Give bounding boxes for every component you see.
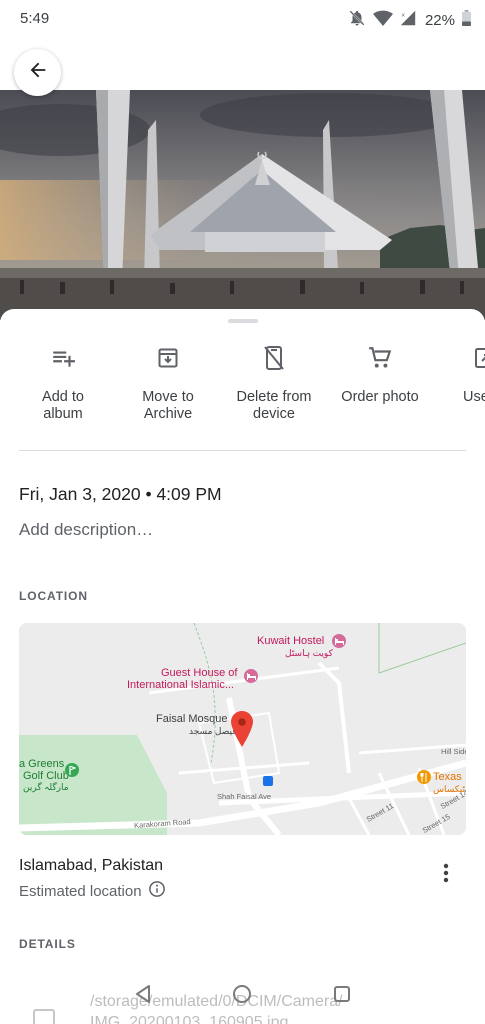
map-label-guest-house-1: Guest House of <box>161 667 238 679</box>
estimated-location-label: Estimated location <box>19 882 142 900</box>
map-label-texas: Texas <box>433 771 462 783</box>
status-icons: x 22% <box>348 9 471 32</box>
status-bar: 5:49 x 22% <box>0 0 485 38</box>
arrow-back-icon <box>27 59 49 86</box>
back-button[interactable] <box>14 49 61 96</box>
map-label-faisal-mosque-ur: فیصل مسجد <box>189 726 237 736</box>
order-photo-button[interactable]: Order photo <box>327 341 433 406</box>
use-as-label: Use <box>463 389 485 405</box>
map-label-shah-faisal: Shah Faisal Ave <box>217 792 272 801</box>
more-vert-icon <box>443 863 449 888</box>
map-label-greens-1: a Greens <box>19 758 65 770</box>
map-label-faisal-mosque: Faisal Mosque <box>156 713 228 725</box>
location-section-label: LOCATION <box>19 589 88 603</box>
wifi-icon <box>372 10 393 32</box>
archive-icon <box>115 341 221 375</box>
golf-icon <box>65 763 79 777</box>
move-to-archive-label: Move to Archive <box>142 389 194 422</box>
hotel-icon <box>244 669 258 683</box>
restaurant-icon <box>417 770 431 784</box>
cart-icon <box>327 341 433 375</box>
map-pin-icon <box>231 711 253 752</box>
add-to-album-label: Add to album <box>42 389 84 422</box>
nav-home-icon <box>232 984 252 1009</box>
do-not-disturb-icon <box>348 9 366 32</box>
nav-home-button[interactable] <box>230 984 254 1008</box>
location-map[interactable]: Kuwait Hostel کویت ہاسٹل Guest House of … <box>19 623 466 835</box>
map-label-kuwait-hostel-ur: کویت ہاسٹل <box>285 648 333 658</box>
navigation-bar <box>0 980 485 1012</box>
action-row: Add to album Move to Archive Delete from… <box>0 341 485 431</box>
description-input[interactable]: Add description… <box>19 520 153 540</box>
delete-from-device-label: Delete from device <box>236 389 312 422</box>
playlist-add-icon <box>10 341 116 375</box>
file-path-line2: IMG_20200103_160905.jpg <box>90 1014 289 1024</box>
mosque-photo <box>0 90 485 320</box>
drag-handle[interactable] <box>228 319 258 323</box>
estimated-location: Estimated location <box>19 880 166 902</box>
divider <box>19 450 466 451</box>
location-more-button[interactable] <box>434 862 458 888</box>
use-as-button[interactable]: Use <box>455 341 485 406</box>
map-label-kuwait-hostel: Kuwait Hostel <box>257 635 325 647</box>
open-icon <box>455 341 485 375</box>
nav-recents-icon <box>332 984 352 1009</box>
nav-back-button[interactable] <box>131 984 155 1008</box>
photo-datetime[interactable]: Fri, Jan 3, 2020 • 4:09 PM <box>19 484 222 505</box>
svg-text:x: x <box>402 12 406 18</box>
battery-icon <box>462 10 471 31</box>
battery-percent: 22% <box>424 12 455 29</box>
signal-icon: x <box>400 10 416 31</box>
add-to-album-button[interactable]: Add to album <box>10 341 116 423</box>
place-name: Islamabad, Pakistan <box>19 857 164 874</box>
nav-back-icon <box>133 984 153 1009</box>
map-label-hill-side: Hill Side <box>441 747 466 756</box>
order-photo-label: Order photo <box>341 389 419 405</box>
move-to-archive-button[interactable]: Move to Archive <box>115 341 221 423</box>
map-label-guest-house-2: International Islamic... <box>127 679 234 691</box>
info-sheet: Add to album Move to Archive Delete from… <box>0 309 485 1024</box>
delete-from-device-button[interactable]: Delete from device <box>221 341 327 423</box>
map-label-greens-2: Golf Club <box>23 770 69 782</box>
details-section-label: DETAILS <box>19 937 76 951</box>
photo[interactable] <box>0 90 485 320</box>
status-time: 5:49 <box>20 10 50 27</box>
nav-recents-button[interactable] <box>330 984 354 1008</box>
hotel-icon <box>332 634 346 648</box>
transit-icon <box>263 776 273 786</box>
map-label-greens-ur: مارگلہ گرین <box>23 782 69 792</box>
phone-delete-icon <box>221 341 327 375</box>
info-icon[interactable] <box>148 880 166 902</box>
